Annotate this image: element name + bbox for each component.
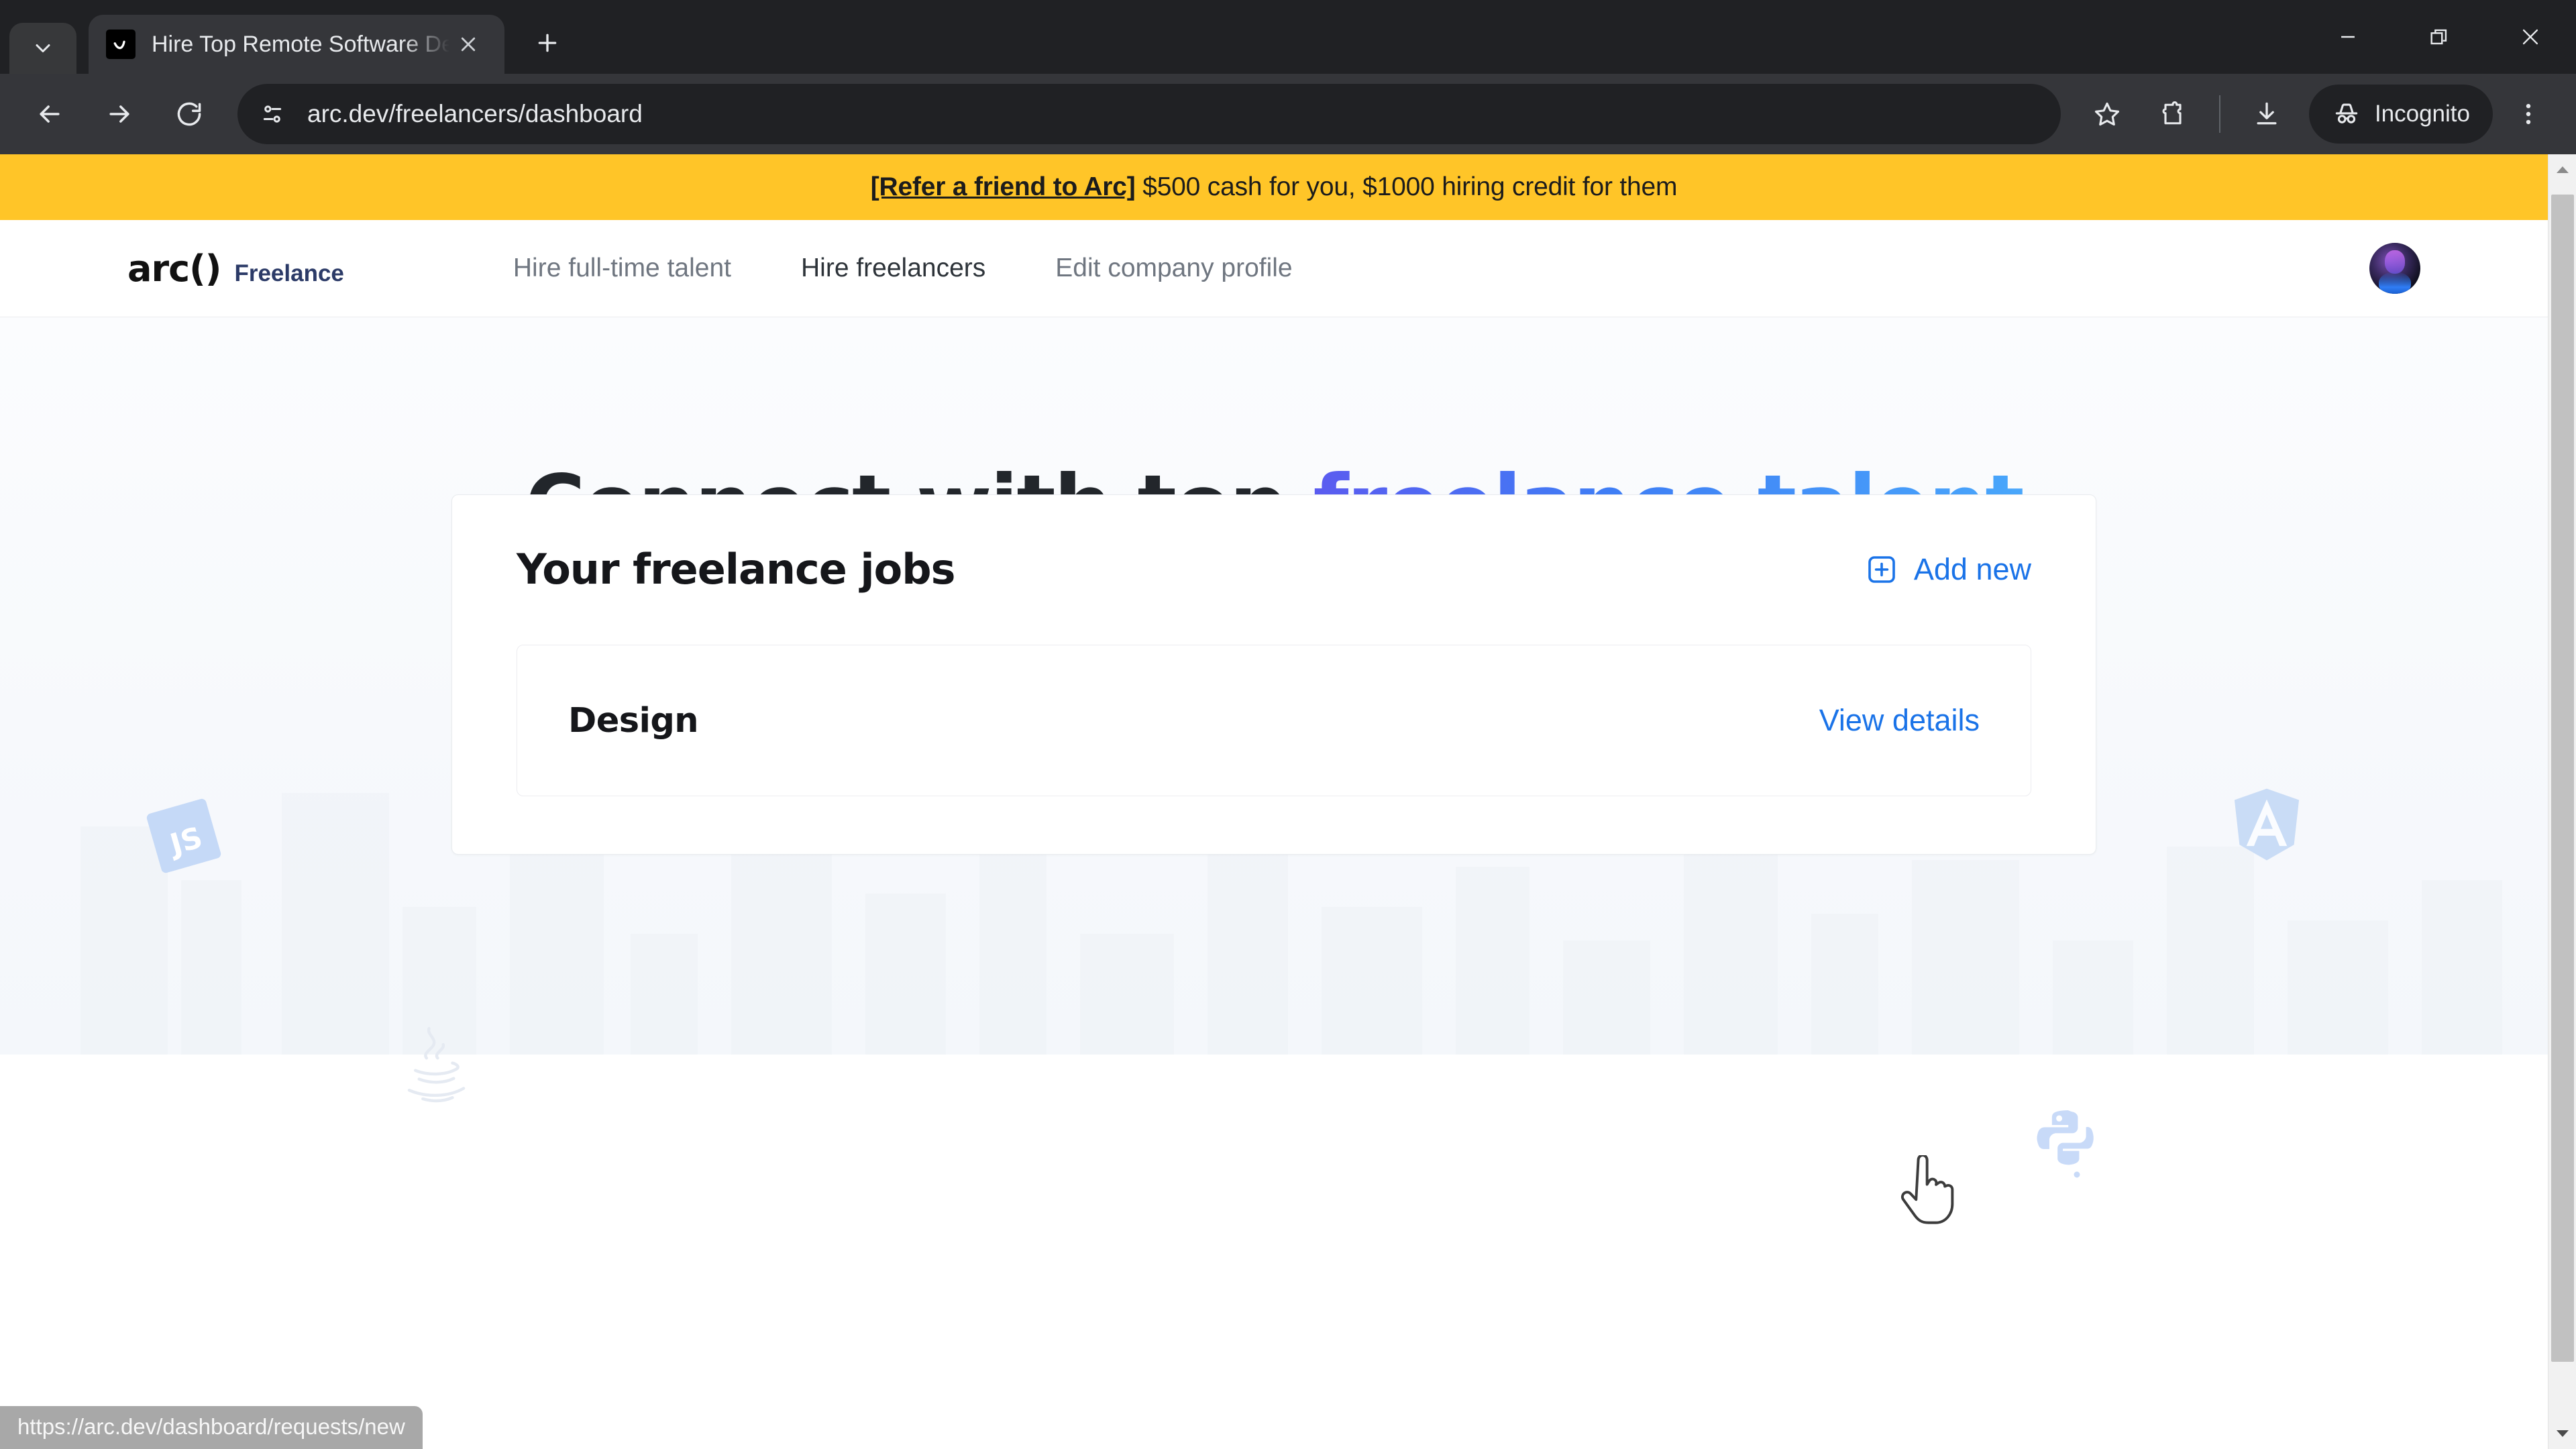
view-details-link[interactable]: View details <box>1819 703 1980 738</box>
tab-search-button[interactable] <box>9 23 76 74</box>
plus-square-icon <box>1868 556 1895 583</box>
site-navigation: arc() Freelance Hire full-time talent Hi… <box>0 220 2548 317</box>
arrow-right-icon <box>109 105 129 123</box>
extensions-button[interactable] <box>2143 84 2203 144</box>
star-icon <box>2094 102 2119 126</box>
new-tab-button[interactable] <box>521 16 574 70</box>
downloads-button[interactable] <box>2237 84 2297 144</box>
jobs-card-header: Your freelance jobs Add new <box>517 545 2031 594</box>
avatar[interactable] <box>2369 243 2420 294</box>
referral-banner-text: [Refer a friend to Arc] $500 cash for yo… <box>871 172 1678 202</box>
window-controls <box>2302 0 2576 74</box>
reload-button[interactable] <box>157 82 221 146</box>
back-button[interactable] <box>17 82 82 146</box>
scroll-down-button[interactable] <box>2548 1418 2576 1449</box>
arc-checkmark-icon <box>113 40 125 50</box>
mouse-cursor-pointer <box>1900 1155 1954 1224</box>
incognito-indicator[interactable]: Incognito <box>2308 85 2493 144</box>
close-icon <box>2522 29 2538 45</box>
nav-link-hire-full-time-talent[interactable]: Hire full-time talent <box>478 254 766 283</box>
tab-close-button[interactable] <box>449 25 487 63</box>
refer-a-friend-link[interactable]: [Refer a friend to Arc] <box>871 172 1136 201</box>
referral-banner[interactable]: [Refer a friend to Arc] $500 cash for yo… <box>0 154 2548 220</box>
minimize-button[interactable] <box>2302 0 2394 74</box>
add-new-button[interactable]: Add new <box>1866 552 2031 587</box>
chevron-down-icon <box>36 44 50 52</box>
restore-window-icon <box>2430 29 2447 45</box>
add-new-label: Add new <box>1913 551 2031 586</box>
jobs-card-wrapper: Your freelance jobs Add new Design View … <box>0 494 2548 855</box>
bookmark-button[interactable] <box>2077 84 2137 144</box>
forward-button[interactable] <box>87 82 152 146</box>
referral-banner-rest: $500 cash for you, $1000 hiring credit f… <box>1135 172 1678 201</box>
close-window-button[interactable] <box>2485 0 2576 74</box>
hero-section: JS Your freelance jobs Add new Design Vi… <box>0 317 2548 1178</box>
reload-icon <box>177 102 201 126</box>
job-name: Design <box>568 700 699 741</box>
plus-icon <box>538 34 557 52</box>
kebab-menu-icon <box>2526 103 2531 125</box>
tab-title: Hire Top Remote Software Deve <box>152 31 449 57</box>
scrollbar-thumb[interactable] <box>2551 195 2574 1362</box>
incognito-label: Incognito <box>2374 101 2470 127</box>
java-logo-icon <box>392 1021 473 1115</box>
brand-sub-text: Freelance <box>234 260 344 286</box>
close-icon <box>461 37 476 52</box>
puzzle-icon <box>2162 101 2182 125</box>
jobs-card-title: Your freelance jobs <box>517 545 955 594</box>
arrow-left-icon <box>40 105 60 123</box>
web-page: [Refer a friend to Arc] $500 cash for yo… <box>0 154 2548 1449</box>
job-row[interactable]: Design View details <box>517 645 2031 797</box>
site-settings-icon <box>263 105 282 123</box>
freelance-jobs-card: Your freelance jobs Add new Design View … <box>451 494 2096 855</box>
nav-link-hire-freelancers[interactable]: Hire freelancers <box>766 254 1020 283</box>
jobs-list: Design View details <box>517 645 2031 797</box>
maximize-button[interactable] <box>2394 0 2485 74</box>
address-bar[interactable]: arc.dev/freelancers/dashboard <box>237 84 2061 144</box>
tab-favicon <box>106 30 136 59</box>
page-scrollbar[interactable] <box>2548 154 2576 1449</box>
incognito-icon <box>2335 103 2358 123</box>
scroll-up-button[interactable] <box>2548 154 2576 185</box>
brand-logo[interactable]: arc() Freelance <box>127 248 344 290</box>
brand-logo-text: arc() <box>127 247 221 290</box>
scrollbar-track[interactable] <box>2548 185 2576 1418</box>
toolbar-divider <box>2218 95 2220 133</box>
status-bubble: https://arc.dev/dashboard/requests/new <box>0 1406 423 1449</box>
browser-toolbar: arc.dev/freelancers/dashboard Incognito <box>0 74 2576 154</box>
scroll-up-arrow-icon <box>2556 166 2569 173</box>
url-text[interactable]: arc.dev/freelancers/dashboard <box>307 100 643 128</box>
browser-menu-button[interactable] <box>2498 84 2559 144</box>
minimize-icon <box>2341 36 2355 38</box>
nav-links: Hire full-time talent Hire freelancers E… <box>478 254 1328 283</box>
browser-tab[interactable]: Hire Top Remote Software Deve <box>89 15 504 74</box>
page-viewport: [Refer a friend to Arc] $500 cash for yo… <box>0 154 2576 1449</box>
download-icon <box>2257 102 2277 125</box>
nav-link-edit-company-profile[interactable]: Edit company profile <box>1020 254 1327 283</box>
browser-window: Hire Top Remote Software Deve arc.dev/fr… <box>0 0 2576 1449</box>
scroll-down-arrow-icon <box>2556 1430 2569 1437</box>
site-info-button[interactable] <box>247 89 298 140</box>
tab-strip: Hire Top Remote Software Deve <box>0 0 2576 74</box>
python-logo-icon <box>2025 1105 2112 1192</box>
